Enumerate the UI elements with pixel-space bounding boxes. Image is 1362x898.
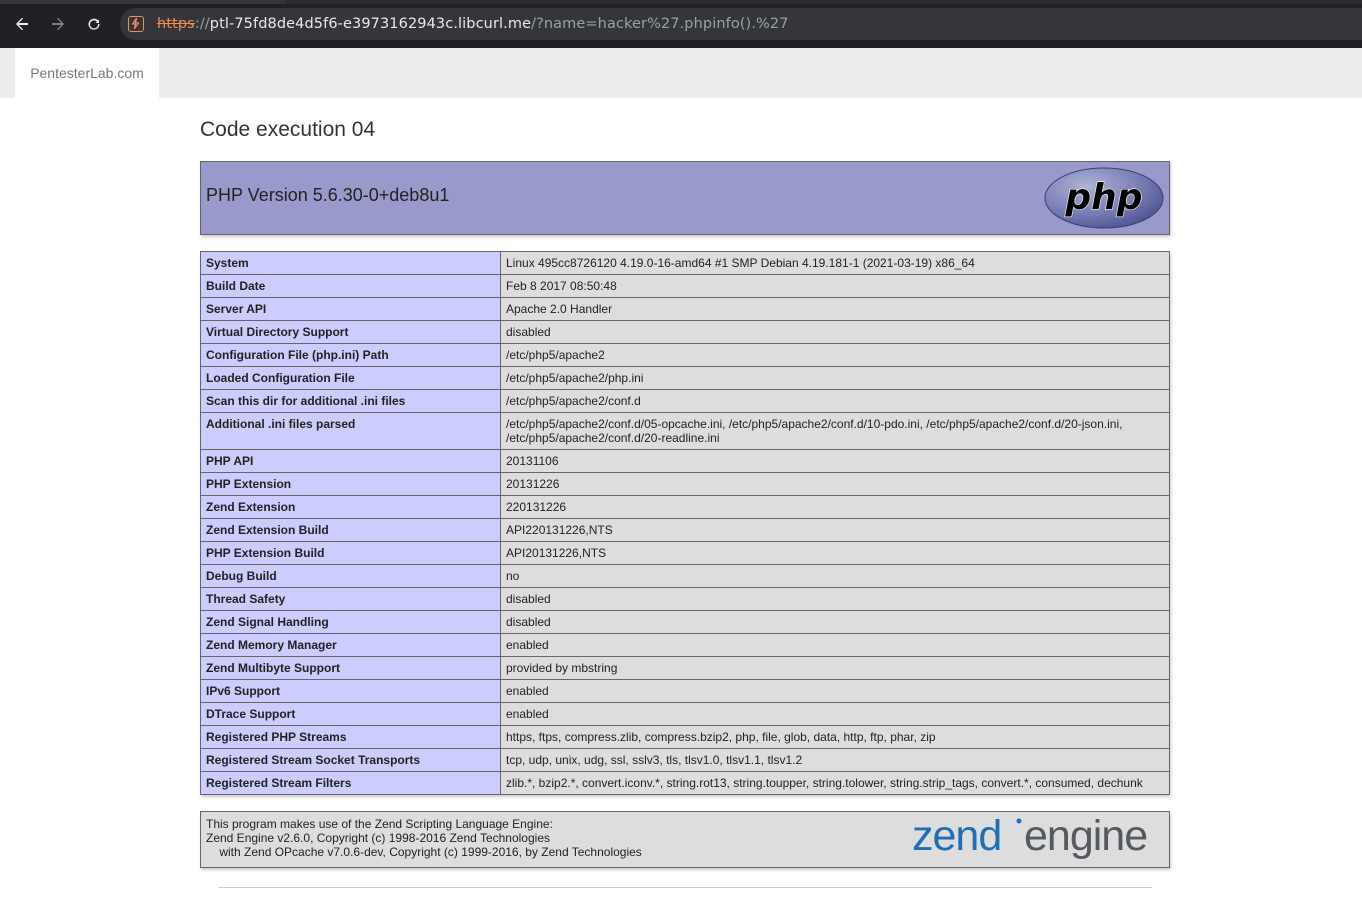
forward-arrow-icon[interactable]: [46, 12, 70, 36]
row-label: System: [200, 251, 501, 275]
browser-toolbar: https://ptl-75fd8de4d5f6-e3973162943c.li…: [0, 0, 1362, 48]
table-row: Registered PHP Streams https, ftps, compr…: [200, 725, 1170, 749]
table-row: Build Date Feb 8 2017 08:50:48: [200, 274, 1170, 298]
table-row: PHP Extension 20131226: [200, 472, 1170, 496]
table-row: Zend Multibyte Support provided by mbstri…: [200, 656, 1170, 680]
table-row: Thread Safety disabled: [200, 587, 1170, 611]
url-path: /?name=hacker%27.phpinfo().%27: [531, 16, 789, 32]
table-row: Server API Apache 2.0 Handler: [200, 297, 1170, 321]
table-row: Scan this dir for additional .ini files /…: [200, 389, 1170, 413]
table-row: Zend Memory Manager enabled: [200, 633, 1170, 657]
row-label: Server API: [200, 297, 501, 321]
table-row: Loaded Configuration File/etc/php5/apach…: [200, 366, 1170, 390]
row-value: /etc/php5/apache2/conf.d/05-opcache.ini,…: [500, 412, 1170, 450]
brand-link[interactable]: PentesterLab.com: [15, 48, 159, 98]
row-label: Additional .ini files parsed: [200, 412, 501, 450]
table-row: DTrace Support enabled: [200, 702, 1170, 726]
row-label: Zend Memory Manager: [200, 633, 501, 657]
reload-icon[interactable]: [82, 12, 106, 36]
row-value: tcp, udp, unix, udg, ssl, sslv3, tls, tl…: [500, 748, 1170, 772]
php-version-title: PHP Version 5.6.30-0+deb8u1: [206, 185, 450, 205]
row-value: API220131226,NTS: [500, 518, 1170, 542]
address-bar[interactable]: https://ptl-75fd8de4d5f6-e3973162943c.li…: [120, 8, 1362, 40]
phpinfo-table: System Linux 495cc8726120 4.19.0-16-amd64…: [200, 251, 1170, 795]
row-label: IPv6 Support: [200, 679, 501, 703]
table-row: Zend Extension Build API220131226,NTS: [200, 518, 1170, 542]
url-scheme: https: [157, 16, 195, 32]
row-label: DTrace Support: [200, 702, 501, 726]
table-row: IPv6 Support enabled: [200, 679, 1170, 703]
row-value: /etc/php5/apache2/conf.d: [500, 389, 1170, 413]
row-value: 20131226: [500, 472, 1170, 496]
engine-logo-word: engine: [1024, 816, 1147, 860]
row-label: Zend Signal Handling: [200, 610, 501, 634]
row-label: PHP Extension Build: [200, 541, 501, 565]
page-title: Code execution 04: [200, 118, 376, 141]
php-logo-text: php: [1064, 177, 1142, 218]
row-label: Loaded Configuration File: [200, 366, 501, 390]
row-label: Zend Extension: [200, 495, 501, 519]
php-version-header: PHP Version 5.6.30-0+deb8u1 php: [200, 161, 1170, 235]
row-value: provided by mbstring: [500, 656, 1170, 680]
table-row: Additional .ini files parsed/etc/php5/ap…: [200, 412, 1170, 450]
row-value: enabled: [500, 702, 1170, 726]
row-value: /etc/php5/apache2/php.ini: [500, 366, 1170, 390]
row-label: Registered PHP Streams: [200, 725, 501, 749]
not-secure-icon[interactable]: [128, 16, 144, 32]
zend-logo-word: zend: [912, 816, 1001, 860]
url-separator: ://: [194, 16, 210, 32]
row-label: Zend Extension Build: [200, 518, 501, 542]
table-row: Virtual Directory Support disabled: [200, 320, 1170, 344]
table-row: System Linux 495cc8726120 4.19.0-16-amd64…: [200, 251, 1170, 275]
zend-engine-logo[interactable]: zend engine: [912, 816, 1164, 864]
active-tab-indicator: [0, 0, 285, 4]
row-value: /etc/php5/apache2: [500, 343, 1170, 367]
row-label: Configuration File (php.ini) Path: [200, 343, 501, 367]
row-label: Virtual Directory Support: [200, 320, 501, 344]
row-value: enabled: [500, 633, 1170, 657]
row-label: Scan this dir for additional .ini files: [200, 389, 501, 413]
table-row: PHP Extension Build API20131226,NTS: [200, 541, 1170, 565]
zend-engine-box: This program makes use of the Zend Scrip…: [200, 811, 1170, 868]
row-value: disabled: [500, 320, 1170, 344]
row-label: Registered Stream Filters: [200, 771, 501, 795]
table-row: Zend Extension 220131226: [200, 495, 1170, 519]
row-label: Thread Safety: [200, 587, 501, 611]
row-label: Debug Build: [200, 564, 501, 588]
site-navbar: PentesterLab.com: [0, 48, 1362, 98]
row-label: Registered Stream Socket Transports: [200, 748, 501, 772]
row-value: 20131106: [500, 449, 1170, 473]
table-row: PHP API 20131106: [200, 449, 1170, 473]
back-arrow-icon[interactable]: [10, 12, 34, 36]
row-value: enabled: [500, 679, 1170, 703]
row-value: no: [500, 564, 1170, 588]
row-label: PHP API: [200, 449, 501, 473]
zend-logo-dot: [1016, 818, 1022, 824]
row-value: Linux 495cc8726120 4.19.0-16-amd64 #1 SM…: [500, 251, 1170, 275]
row-value: 220131226: [500, 495, 1170, 519]
row-label: Zend Multibyte Support: [200, 656, 501, 680]
table-row: Configuration File (php.ini) Path/etc/ph…: [200, 343, 1170, 367]
row-value: Feb 8 2017 08:50:48: [500, 274, 1170, 298]
row-value: Apache 2.0 Handler: [500, 297, 1170, 321]
row-value: API20131226,NTS: [500, 541, 1170, 565]
row-label: Build Date: [200, 274, 501, 298]
table-row: Debug Build no: [200, 564, 1170, 588]
row-label: PHP Extension: [200, 472, 501, 496]
url-text[interactable]: https://ptl-75fd8de4d5f6-e3973162943c.li…: [157, 15, 789, 33]
row-value: disabled: [500, 610, 1170, 634]
table-row: Zend Signal Handling disabled: [200, 610, 1170, 634]
php-logo[interactable]: php: [1044, 167, 1164, 229]
table-row: Registered Stream Socket Transports tcp, …: [200, 748, 1170, 772]
horizontal-rule: [218, 887, 1152, 888]
row-value: https, ftps, compress.zlib, compress.bzi…: [500, 725, 1170, 749]
url-host: ptl-75fd8de4d5f6-e3973162943c.libcurl.me: [209, 16, 532, 32]
zend-credits-text: This program makes use of the Zend Scrip…: [206, 817, 642, 859]
row-value: disabled: [500, 587, 1170, 611]
table-row: Registered Stream Filters zlib.*, bzip2.*…: [200, 771, 1170, 795]
row-value: zlib.*, bzip2.*, convert.iconv.*, string…: [500, 771, 1170, 795]
